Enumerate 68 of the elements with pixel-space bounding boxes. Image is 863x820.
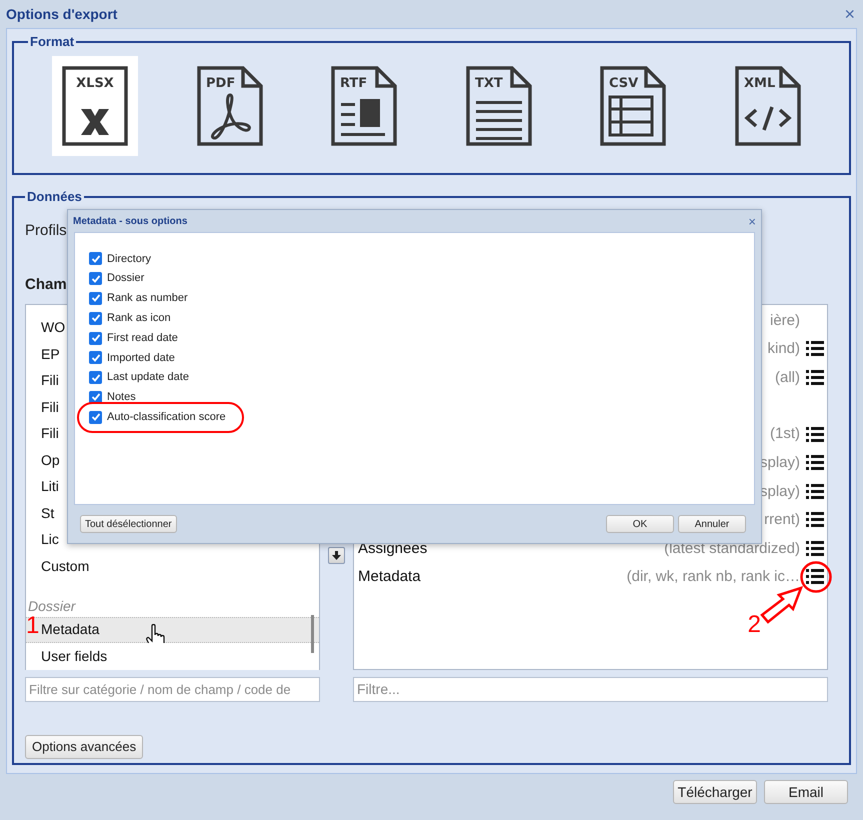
format-option[interactable]: CSV	[590, 56, 676, 156]
checkbox[interactable]	[89, 390, 102, 404]
options-list-icon[interactable]	[806, 484, 824, 500]
field-detail: rrent)	[764, 510, 800, 530]
field-detail: kind)	[767, 339, 800, 359]
format-option[interactable]: TXT	[456, 56, 542, 156]
format-option[interactable]: RTF	[321, 56, 408, 156]
cancel-button[interactable]: Annuler	[678, 515, 746, 533]
category-label: Dossier	[28, 597, 76, 616]
checkbox[interactable]	[89, 410, 102, 424]
field-name[interactable]: Metadata	[358, 566, 421, 588]
field-detail: ière)	[770, 310, 800, 330]
advanced-options-button[interactable]: Options avancées	[25, 734, 144, 758]
window-title: Options d'export	[6, 4, 118, 24]
option-label: Imported date	[107, 350, 175, 366]
deselect-all-button[interactable]: Tout désélectionner	[80, 515, 177, 533]
options-list-icon[interactable]	[806, 426, 824, 442]
checkbox[interactable]	[89, 332, 102, 345]
checkbox[interactable]	[89, 292, 102, 305]
option-label: Rank as icon	[107, 311, 171, 326]
format-option[interactable]: XML	[724, 56, 811, 156]
profiles-label: Profils	[25, 221, 67, 242]
checkbox[interactable]	[89, 312, 102, 325]
filter-field[interactable]: Filtre...	[353, 676, 828, 702]
dialog-close-button[interactable]: ×	[748, 214, 756, 228]
options-list-icon[interactable]	[806, 512, 824, 528]
format-option[interactable]: XLSX	[52, 56, 138, 156]
footer-button[interactable]: Email	[764, 780, 848, 804]
ok-button[interactable]: OK	[606, 515, 674, 533]
options-list-icon[interactable]	[806, 455, 824, 472]
options-list-icon[interactable]	[806, 370, 824, 386]
field-detail: splay)	[760, 482, 800, 502]
field-detail: (dir, wk, rank nb, rank ic…	[626, 567, 800, 587]
checkbox[interactable]	[89, 351, 102, 364]
option-label: Directory	[107, 252, 152, 267]
field-detail: (latest standardized)	[664, 538, 800, 558]
checkbox[interactable]	[89, 252, 102, 266]
fields-heading: Cham	[25, 275, 67, 296]
option-label: Notes	[107, 390, 136, 406]
checkbox[interactable]	[89, 371, 102, 384]
field-list-item[interactable]: User fields	[26, 643, 319, 670]
option-label: Auto-classification score	[107, 410, 226, 426]
close-button[interactable]: ×	[844, 5, 857, 23]
move-down-button[interactable]	[328, 546, 345, 564]
down-arrow-icon	[332, 550, 341, 560]
format-legend: Format	[28, 32, 76, 52]
step-number: 1	[26, 614, 40, 638]
options-list-icon[interactable]	[806, 569, 824, 586]
dialog-title: Metadata - sous options	[73, 214, 188, 228]
options-list-icon[interactable]	[806, 540, 824, 557]
option-label: Dossier	[107, 271, 144, 286]
field-detail: (all)	[775, 368, 800, 388]
file-format-icon: XLSX	[61, 64, 130, 146]
option-label: Last update date	[107, 370, 189, 386]
option-label: Rank as number	[107, 291, 188, 306]
scrollbar[interactable]	[311, 614, 314, 652]
option-label: First read date	[107, 330, 178, 346]
highlight-circle	[799, 560, 833, 594]
checkbox[interactable]	[89, 272, 102, 286]
field-detail: splay)	[760, 453, 800, 473]
format-option[interactable]: PDF	[186, 56, 273, 156]
category-filter-field[interactable]: Filtre sur catégorie / nom de champ / code de	[25, 676, 320, 702]
options-list-icon[interactable]	[806, 341, 824, 358]
data-legend: Données	[25, 187, 84, 206]
footer-button[interactable]: Télécharger	[673, 780, 757, 804]
step-number: 2	[748, 613, 761, 637]
field-detail: (1st)	[770, 424, 800, 444]
pointer-arrow	[759, 585, 805, 625]
